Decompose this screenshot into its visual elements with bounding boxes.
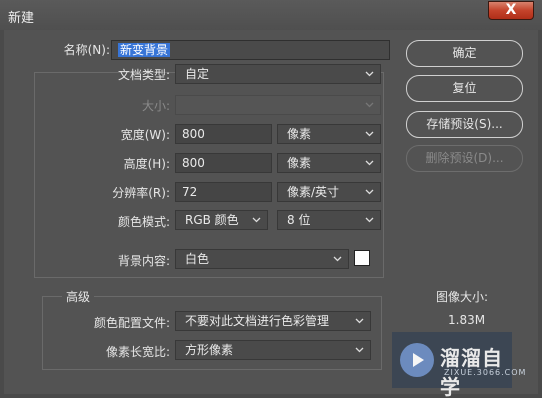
name-label: 名称(N): bbox=[63, 43, 110, 57]
chevron-down-icon bbox=[365, 215, 374, 224]
doc-type-value: 自定 bbox=[185, 67, 210, 81]
resolution-unit-select[interactable]: 像素/英寸 bbox=[277, 182, 381, 202]
chevron-down-icon bbox=[355, 345, 364, 354]
chevron-down-icon bbox=[252, 215, 261, 224]
pixel-aspect-value: 方形像素 bbox=[185, 343, 234, 357]
resolution-unit-value: 像素/英寸 bbox=[287, 185, 340, 199]
background-label: 背景内容: bbox=[117, 254, 170, 268]
size-label: 大小: bbox=[141, 99, 170, 113]
resolution-label: 分辨率(R): bbox=[112, 186, 170, 200]
width-unit-value: 像素 bbox=[287, 127, 312, 141]
image-size-value: 1.83M bbox=[448, 313, 486, 327]
pixel-aspect-select[interactable]: 方形像素 bbox=[175, 340, 371, 360]
height-value: 800 bbox=[182, 156, 205, 170]
chevron-down-icon bbox=[365, 100, 374, 109]
color-profile-select[interactable]: 不要对此文档进行色彩管理 bbox=[175, 311, 371, 331]
title-bar: 新建 X bbox=[0, 0, 542, 30]
height-unit-value: 像素 bbox=[287, 156, 312, 170]
height-unit-select[interactable]: 像素 bbox=[277, 153, 381, 173]
color-profile-label: 颜色配置文件: bbox=[93, 316, 170, 330]
chevron-down-icon bbox=[333, 254, 342, 263]
height-input[interactable]: 800 bbox=[175, 153, 272, 173]
chevron-down-icon bbox=[365, 69, 374, 78]
width-value: 800 bbox=[182, 127, 205, 141]
watermark: 溜溜自学 ZIXUE.3066.COM bbox=[392, 332, 525, 398]
doc-type-label: 文档类型: bbox=[117, 68, 170, 82]
width-unit-select[interactable]: 像素 bbox=[277, 124, 381, 144]
width-input[interactable]: 800 bbox=[175, 124, 272, 144]
color-mode-value: RGB 颜色 bbox=[185, 213, 239, 227]
background-select[interactable]: 白色 bbox=[175, 249, 349, 269]
watermark-subtitle: ZIXUE.3066.COM bbox=[444, 368, 527, 377]
chevron-down-icon bbox=[355, 316, 364, 325]
bit-depth-value: 8 位 bbox=[287, 213, 311, 227]
pixel-aspect-label: 像素长宽比: bbox=[105, 345, 170, 359]
background-value: 白色 bbox=[185, 252, 210, 266]
resolution-input[interactable]: 72 bbox=[175, 182, 272, 202]
window-title: 新建 bbox=[8, 11, 35, 26]
doc-type-select[interactable]: 自定 bbox=[175, 64, 381, 84]
image-size-label: 图像大小: bbox=[436, 290, 489, 304]
ok-button[interactable]: 确定 bbox=[406, 40, 523, 67]
chevron-down-icon bbox=[365, 129, 374, 138]
color-mode-label: 颜色模式: bbox=[117, 215, 170, 229]
color-profile-value: 不要对此文档进行色彩管理 bbox=[185, 314, 330, 328]
reset-button[interactable]: 复位 bbox=[406, 75, 523, 102]
bit-depth-select[interactable]: 8 位 bbox=[277, 210, 381, 230]
width-label: 宽度(W): bbox=[120, 128, 170, 142]
save-preset-button[interactable]: 存储预设(S)... bbox=[406, 111, 523, 138]
chevron-down-icon bbox=[365, 187, 374, 196]
advanced-legend: 高级 bbox=[62, 288, 95, 305]
resolution-value: 72 bbox=[182, 185, 198, 199]
color-mode-select[interactable]: RGB 颜色 bbox=[175, 210, 268, 230]
name-input[interactable]: 新变背景 bbox=[111, 40, 390, 60]
close-button[interactable]: X bbox=[488, 1, 534, 20]
height-label: 高度(H): bbox=[123, 157, 170, 171]
size-select bbox=[175, 95, 381, 115]
background-color-swatch[interactable] bbox=[354, 250, 370, 266]
chevron-down-icon bbox=[365, 158, 374, 167]
name-input-value: 新变背景 bbox=[118, 43, 171, 57]
delete-preset-button: 删除预设(D)... bbox=[406, 145, 523, 172]
play-logo-icon bbox=[400, 343, 434, 377]
close-icon: X bbox=[505, 2, 517, 18]
